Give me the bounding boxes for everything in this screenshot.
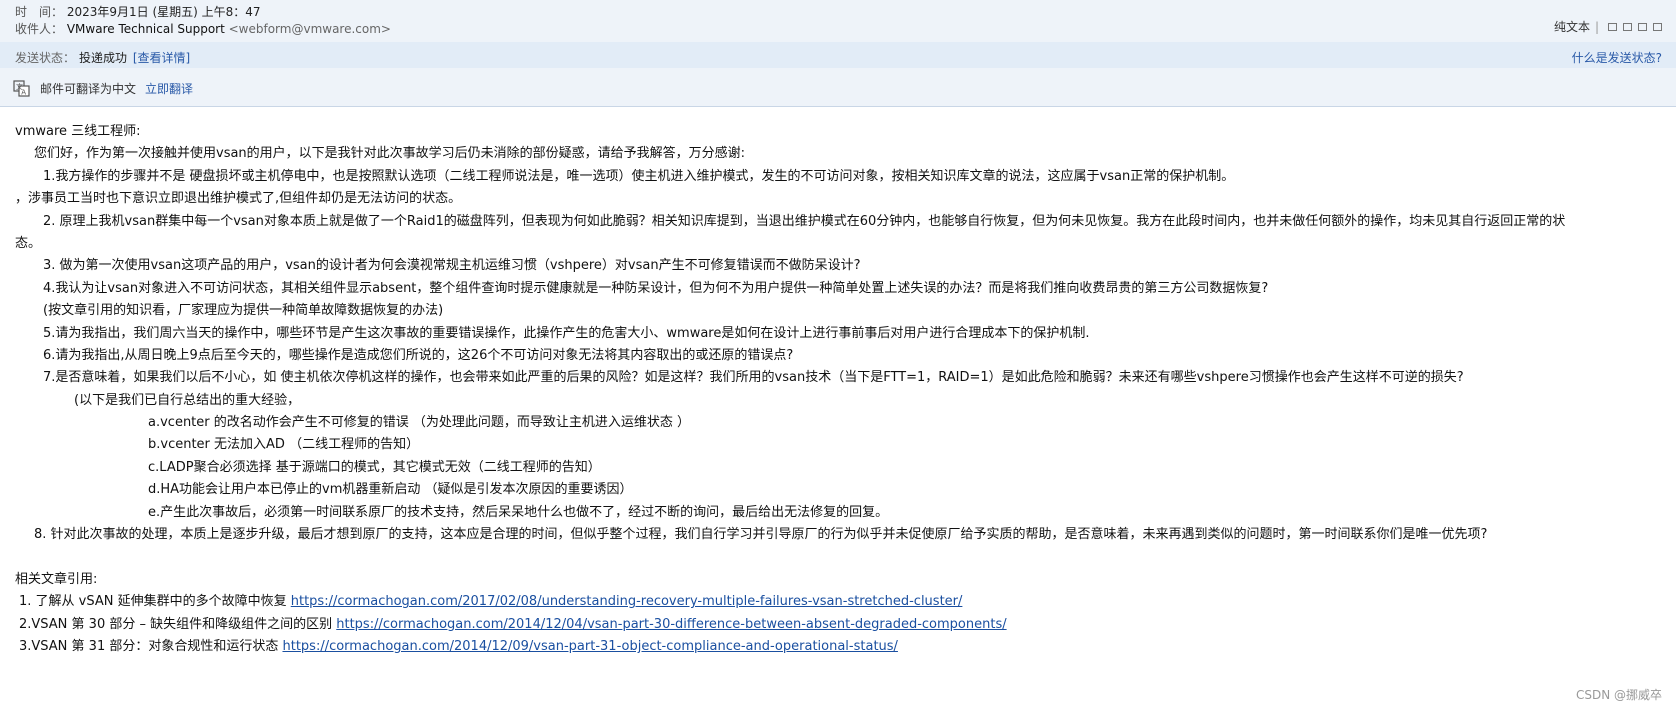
- time-row: 时 间： 2023年9月1日 (星期五) 上午8：47: [15, 3, 261, 20]
- recipient-name[interactable]: VMware Technical Support: [67, 22, 225, 36]
- body-line: (以下是我们已自行总结出的重大经验，: [74, 392, 301, 408]
- body-line: 3. 做为第一次使用vsan这项产品的用户，vsan的设计者为何会漠视常规主机运…: [43, 258, 861, 274]
- reference-link[interactable]: https://cormachogan.com/2017/02/08/under…: [291, 594, 963, 609]
- separator: |: [1594, 19, 1599, 34]
- status-band: [0, 42, 1676, 68]
- body-line: b.vcenter 无法加入AD （二线工程师的告知）: [148, 437, 420, 453]
- header-divider: [0, 106, 1676, 107]
- maximize-window-icon[interactable]: [1623, 22, 1632, 31]
- recipient-address[interactable]: <webform@vmware.com>: [229, 22, 391, 36]
- translate-icon: 文 A: [13, 80, 30, 97]
- reference-item: 1. 了解从 vSAN 延伸集群中的多个故障中恢复 https://cormac…: [0, 591, 1676, 613]
- body-line: vmware 三线工程师:: [15, 124, 141, 139]
- reference-title: 2.VSAN 第 30 部分 – 缺失组件和降级组件之间的区别: [19, 616, 337, 632]
- reference-item: 3.VSAN 第 31 部分：对象合规性和运行状态 https://cormac…: [0, 636, 1676, 658]
- mail-body: vmware 三线工程师: 您们好，作为第一次接触并使用vsan的用户，以下是我…: [0, 121, 1676, 658]
- reference-item: 2.VSAN 第 30 部分 – 缺失组件和降级组件之间的区别 https://…: [0, 614, 1676, 636]
- body-line: 6.请为我指出,从周日晚上9点后至今天的，哪些操作是造成您们所说的，这26个不可…: [43, 347, 794, 363]
- new-window-icon[interactable]: [1653, 22, 1662, 31]
- time-label: 时 间：: [15, 5, 64, 19]
- body-line: e.产生此次事故后，必须第一时间联系原厂的技术支持，然后呆呆地什么也做不了，经过…: [148, 504, 889, 520]
- restore-window-icon[interactable]: [1608, 22, 1617, 31]
- recipient-row: 收件人： VMware Technical Support <webform@v…: [15, 20, 391, 37]
- reference-link[interactable]: https://cormachogan.com/2014/12/09/vsan-…: [282, 639, 897, 654]
- body-line: 1.我方操作的步骤并不是 硬盘损坏或主机停电中，也是按照默认选项（二线工程师说法…: [43, 168, 1235, 184]
- body-line: 7.是否意味着，如果我们以后不小心，如 使主机依次停机这样的操作，也会带来如此严…: [43, 370, 1464, 386]
- view-details-link[interactable]: [查看详情]: [133, 51, 190, 65]
- body-line: (按文章引用的知识看，厂家理应为提供一种简单故障数据恢复的办法): [43, 303, 444, 319]
- body-line: a.vcenter 的改名动作会产生不可修复的错误 （为处理此问题，而导致让主机…: [148, 415, 691, 431]
- time-value: 2023年9月1日 (星期五) 上午8：47: [66, 5, 261, 19]
- csdn-watermark: CSDN @挪威卒: [1575, 688, 1662, 702]
- reference-title: 3.VSAN 第 31 部分：对象合规性和运行状态: [19, 638, 283, 654]
- status-label: 发送状态：: [15, 51, 76, 65]
- body-line: 您们好，作为第一次接触并使用vsan的用户，以下是我针对此次事故学习后仍未消除的…: [34, 146, 746, 162]
- translate-now-link[interactable]: 立即翻译: [145, 80, 193, 97]
- print-icon[interactable]: [1638, 22, 1647, 31]
- body-line: 4.我认为让vsan对象进入不可访问状态，其相关组件显示absent，整个组件查…: [43, 280, 1269, 296]
- body-line: 2. 原理上我机vsan群集中每一个vsan对象本质上就是做了一个Raid1的磁…: [43, 213, 1566, 229]
- body-line: c.LADP聚合必须选择 基于源端口的模式，其它模式无效（二线工程师的告知）: [148, 459, 601, 475]
- send-status-row: 发送状态： 投递成功 [查看详情]: [15, 49, 190, 66]
- svg-text:A: A: [21, 88, 26, 96]
- body-line: 5.请为我指出，我们周六当天的操作中，哪些环节是产生这次事故的重要错误操作，此操…: [43, 325, 1090, 341]
- body-line: ，涉事员工当时也下意识立即退出维护模式了,但组件却仍是无法访问的状态。: [15, 191, 462, 207]
- refs-heading: 相关文章引用:: [15, 571, 98, 587]
- reference-link[interactable]: https://cormachogan.com/2014/12/04/vsan-…: [336, 617, 1006, 632]
- recipient-label: 收件人：: [15, 22, 64, 36]
- status-value: 投递成功: [79, 51, 128, 65]
- body-line: d.HA功能会让用户本已停止的vm机器重新启动 （疑似是引发本次原因的重要诱因）: [148, 482, 633, 498]
- translate-message: 邮件可翻译为中文: [40, 82, 137, 96]
- body-line: 态。: [15, 235, 42, 251]
- plain-text-link[interactable]: 纯文本: [1554, 18, 1590, 35]
- translate-bar: 文 A 邮件可翻译为中文 立即翻译: [13, 80, 193, 97]
- status-help-link[interactable]: 什么是发送状态?: [1572, 49, 1662, 66]
- reference-title: 1. 了解从 vSAN 延伸集群中的多个故障中恢复: [19, 594, 291, 610]
- view-options: 纯文本 |: [1554, 18, 1662, 35]
- body-line: 8. 针对此次事故的处理，本质上是逐步升级，最后才想到原厂的支持，这本应是合理的…: [34, 527, 1488, 543]
